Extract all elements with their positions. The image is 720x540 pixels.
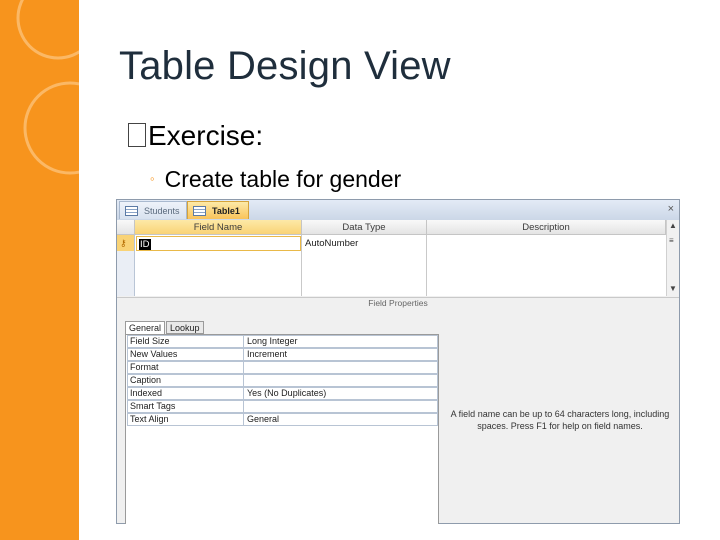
property-row[interactable]: Format (127, 361, 438, 374)
slide-title: Table Design View (119, 44, 451, 88)
tab-lookup[interactable]: Lookup (166, 321, 204, 334)
field-help-text: A field name can be up to 64 characters … (450, 409, 670, 431)
data-type-select[interactable]: AutoNumber (305, 236, 423, 251)
property-value[interactable]: General (243, 414, 437, 425)
tab-students[interactable]: Students (119, 201, 187, 219)
bullet-exercise: Exercise: (128, 120, 263, 152)
access-design-window: Students Table1 × Field Name Data Type D… (116, 199, 680, 524)
tab-students-label: Students (144, 206, 180, 216)
tab-table1-label: Table1 (212, 206, 240, 216)
bullet-create-table-text: Create table for gender (164, 166, 402, 192)
bullet-box-icon (128, 123, 146, 147)
ring-bullet-icon: ◦ (150, 171, 155, 186)
column-header-field-name: Field Name (135, 220, 302, 235)
property-label: Caption (130, 375, 162, 385)
property-row[interactable]: Caption (127, 374, 438, 387)
property-label: Smart Tags (130, 401, 176, 411)
property-value[interactable]: Long Integer (243, 336, 437, 347)
close-icon[interactable]: × (668, 203, 674, 215)
scroll-down-icon[interactable]: ▼ (669, 284, 677, 293)
property-label: Format (130, 362, 159, 372)
current-row-marker: ⚷ (117, 235, 134, 251)
primary-key-icon: ⚷ (120, 238, 127, 248)
grid-scrollbar[interactable]: ▲ ≡ ▼ (666, 220, 679, 296)
field-properties-label: Field Properties (117, 297, 679, 309)
tab-table1[interactable]: Table1 (187, 201, 249, 219)
property-value[interactable] (243, 401, 437, 412)
property-row[interactable]: Field Size Long Integer (127, 335, 438, 348)
property-value[interactable] (243, 375, 437, 386)
row-selector[interactable]: ⚷ (117, 235, 135, 296)
property-label: New Values (130, 349, 178, 359)
field-design-grid: Field Name Data Type Description ⚷ ID Au… (117, 220, 666, 296)
description-field[interactable] (430, 236, 660, 251)
property-value[interactable]: Yes (No Duplicates) (243, 388, 437, 399)
property-label: Indexed (130, 388, 163, 398)
bullet-create-table: ◦ Create table for gender (150, 166, 401, 193)
bullet-exercise-text: Exercise: (148, 120, 264, 151)
property-value[interactable]: Increment (243, 349, 437, 360)
property-row[interactable]: Indexed Yes (No Duplicates) (127, 387, 438, 400)
document-tab-bar: Students Table1 × (117, 200, 679, 221)
decorative-circles (16, 0, 79, 175)
property-row[interactable]: Smart Tags (127, 400, 438, 413)
property-row[interactable]: Text Align General (127, 413, 438, 426)
property-row[interactable]: New Values Increment (127, 348, 438, 361)
property-value[interactable] (243, 362, 437, 373)
property-label: Text Align (130, 414, 169, 424)
scroll-grip-icon[interactable]: ≡ (669, 236, 674, 245)
decorative-side-band (0, 0, 79, 540)
property-label: Field Size (130, 336, 170, 346)
column-header-data-type: Data Type (302, 220, 427, 235)
table-icon (193, 206, 206, 216)
column-header-description: Description (427, 220, 666, 235)
table-icon (125, 206, 138, 216)
tab-general[interactable]: General (125, 321, 166, 335)
field-properties-panel: Field Size Long Integer New Values Increme… (125, 334, 439, 524)
row-selector-header (117, 220, 135, 235)
field-name-input[interactable]: ID (136, 236, 301, 251)
scroll-up-icon[interactable]: ▲ (669, 221, 677, 230)
field-name-value: ID (139, 239, 151, 250)
